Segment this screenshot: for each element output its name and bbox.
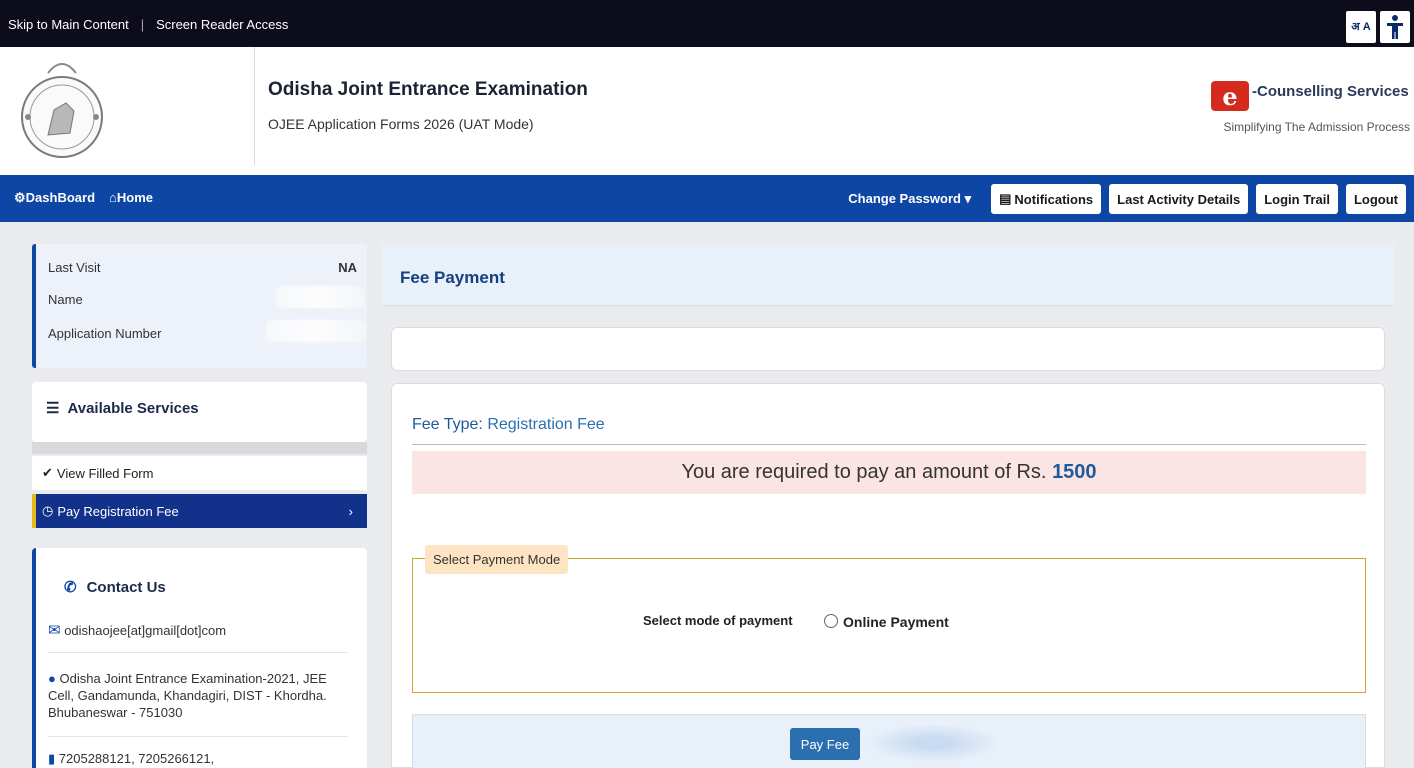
- last-visit-value: NA: [338, 260, 357, 275]
- fee-payment-card: Fee Type: Registration Fee You are requi…: [391, 383, 1385, 768]
- map-marker-icon: ●: [48, 671, 56, 686]
- page-title: Fee Payment: [400, 268, 505, 287]
- app-number-label: Application Number: [48, 326, 162, 341]
- site-header: Odisha Joint Entrance Examination OJEE A…: [0, 47, 1414, 175]
- services-card: ☰ Available Services: [32, 382, 367, 442]
- page-header: Fee Payment: [382, 244, 1394, 306]
- brand-title: -Counselling Services: [1252, 83, 1409, 100]
- logout-button[interactable]: Logout: [1345, 184, 1406, 214]
- last-activity-button[interactable]: Last Activity Details: [1109, 184, 1249, 214]
- home-icon: ⌂: [109, 190, 117, 205]
- screen-reader-link[interactable]: Screen Reader Access: [156, 17, 288, 32]
- online-payment-label[interactable]: Online Payment: [843, 614, 949, 630]
- fee-type: Fee Type: Registration Fee: [412, 416, 605, 433]
- app-number-redacted: [266, 320, 366, 342]
- phone-icon: ✆: [64, 579, 77, 596]
- payment-mode-fieldset: Select Payment Mode Select mode of payme…: [412, 545, 1366, 693]
- clock-icon: ◷: [42, 503, 54, 518]
- mobile-icon: ▮: [48, 751, 56, 766]
- envelope-icon: ✉: [48, 622, 61, 639]
- main-navbar: ⚙DashBoard ⌂Home Change Password ▾ ▤ Noti…: [0, 175, 1414, 222]
- contact-divider-2: [48, 736, 348, 737]
- online-payment-radio[interactable]: [824, 614, 838, 628]
- site-title: Odisha Joint Entrance Examination: [268, 79, 588, 100]
- accessibility-icon[interactable]: [1380, 11, 1410, 43]
- amount-alert: You are required to pay an amount of Rs.…: [412, 451, 1366, 494]
- contact-phone: ▮ 7205288121, 7205266121,: [48, 751, 215, 766]
- contact-address: ● Odisha Joint Entrance Examination-2021…: [48, 671, 327, 720]
- site-subtitle: OJEE Application Forms 2026 (UAT Mode): [268, 116, 534, 132]
- contact-card: ✆ Contact Us ✉ odishaojee[at]gmail[dot]co…: [32, 548, 367, 768]
- last-visit-label: Last Visit: [48, 260, 101, 275]
- top-utility-bar: Skip to Main Content | Screen Reader Acc…: [0, 0, 1414, 47]
- odisha-emblem-logo: [18, 55, 106, 165]
- pay-fee-button[interactable]: Pay Fee: [790, 728, 860, 760]
- caret-down-icon: ▾: [964, 191, 972, 206]
- newspaper-icon: ▤: [999, 191, 1012, 206]
- link-separator: |: [140, 17, 145, 32]
- dashboard-icon: ⚙: [14, 190, 26, 205]
- contact-email[interactable]: ✉ odishaojee[at]gmail[dot]com: [48, 622, 348, 639]
- services-separator: [32, 442, 367, 454]
- skip-to-main-link[interactable]: Skip to Main Content: [8, 17, 129, 32]
- check-circle-icon: ✔: [42, 465, 53, 480]
- nav-home[interactable]: ⌂Home: [109, 190, 153, 206]
- e-counselling-logo: e: [1211, 81, 1249, 111]
- nav-dashboard[interactable]: ⚙DashBoard: [14, 190, 95, 206]
- payment-mode-label: Select mode of payment: [643, 613, 793, 628]
- list-icon: ☰: [46, 400, 60, 417]
- redacted-area: [871, 725, 996, 761]
- login-trail-button[interactable]: Login Trail: [1256, 184, 1338, 214]
- text-size-icon[interactable]: अ A: [1346, 11, 1376, 43]
- notifications-button[interactable]: ▤ Notifications: [991, 184, 1102, 214]
- fee-type-value: Registration Fee: [487, 416, 605, 433]
- name-label: Name: [48, 292, 83, 307]
- services-heading: Available Services: [67, 400, 199, 417]
- payment-mode-legend: Select Payment Mode: [425, 545, 569, 574]
- empty-card: [391, 327, 1385, 371]
- name-value-redacted: [276, 286, 364, 308]
- fee-type-rule: [412, 444, 1366, 445]
- brand-tagline: Simplifying The Admission Process: [1223, 120, 1410, 134]
- service-pay-registration-fee[interactable]: ◷ Pay Registration Fee ›: [32, 494, 367, 528]
- amount-value: 1500: [1052, 461, 1097, 483]
- change-password-dropdown[interactable]: Change Password ▾: [848, 191, 971, 207]
- header-divider: [254, 47, 255, 165]
- chevron-right-icon: ›: [348, 503, 353, 519]
- service-view-filled-form[interactable]: ✔ View Filled Form: [32, 456, 367, 490]
- contact-heading: Contact Us: [86, 579, 166, 596]
- profile-card: Last Visit NA Name Application Number: [32, 244, 367, 368]
- contact-divider: [48, 652, 348, 653]
- pay-action-bar: Pay Fee: [412, 714, 1366, 768]
